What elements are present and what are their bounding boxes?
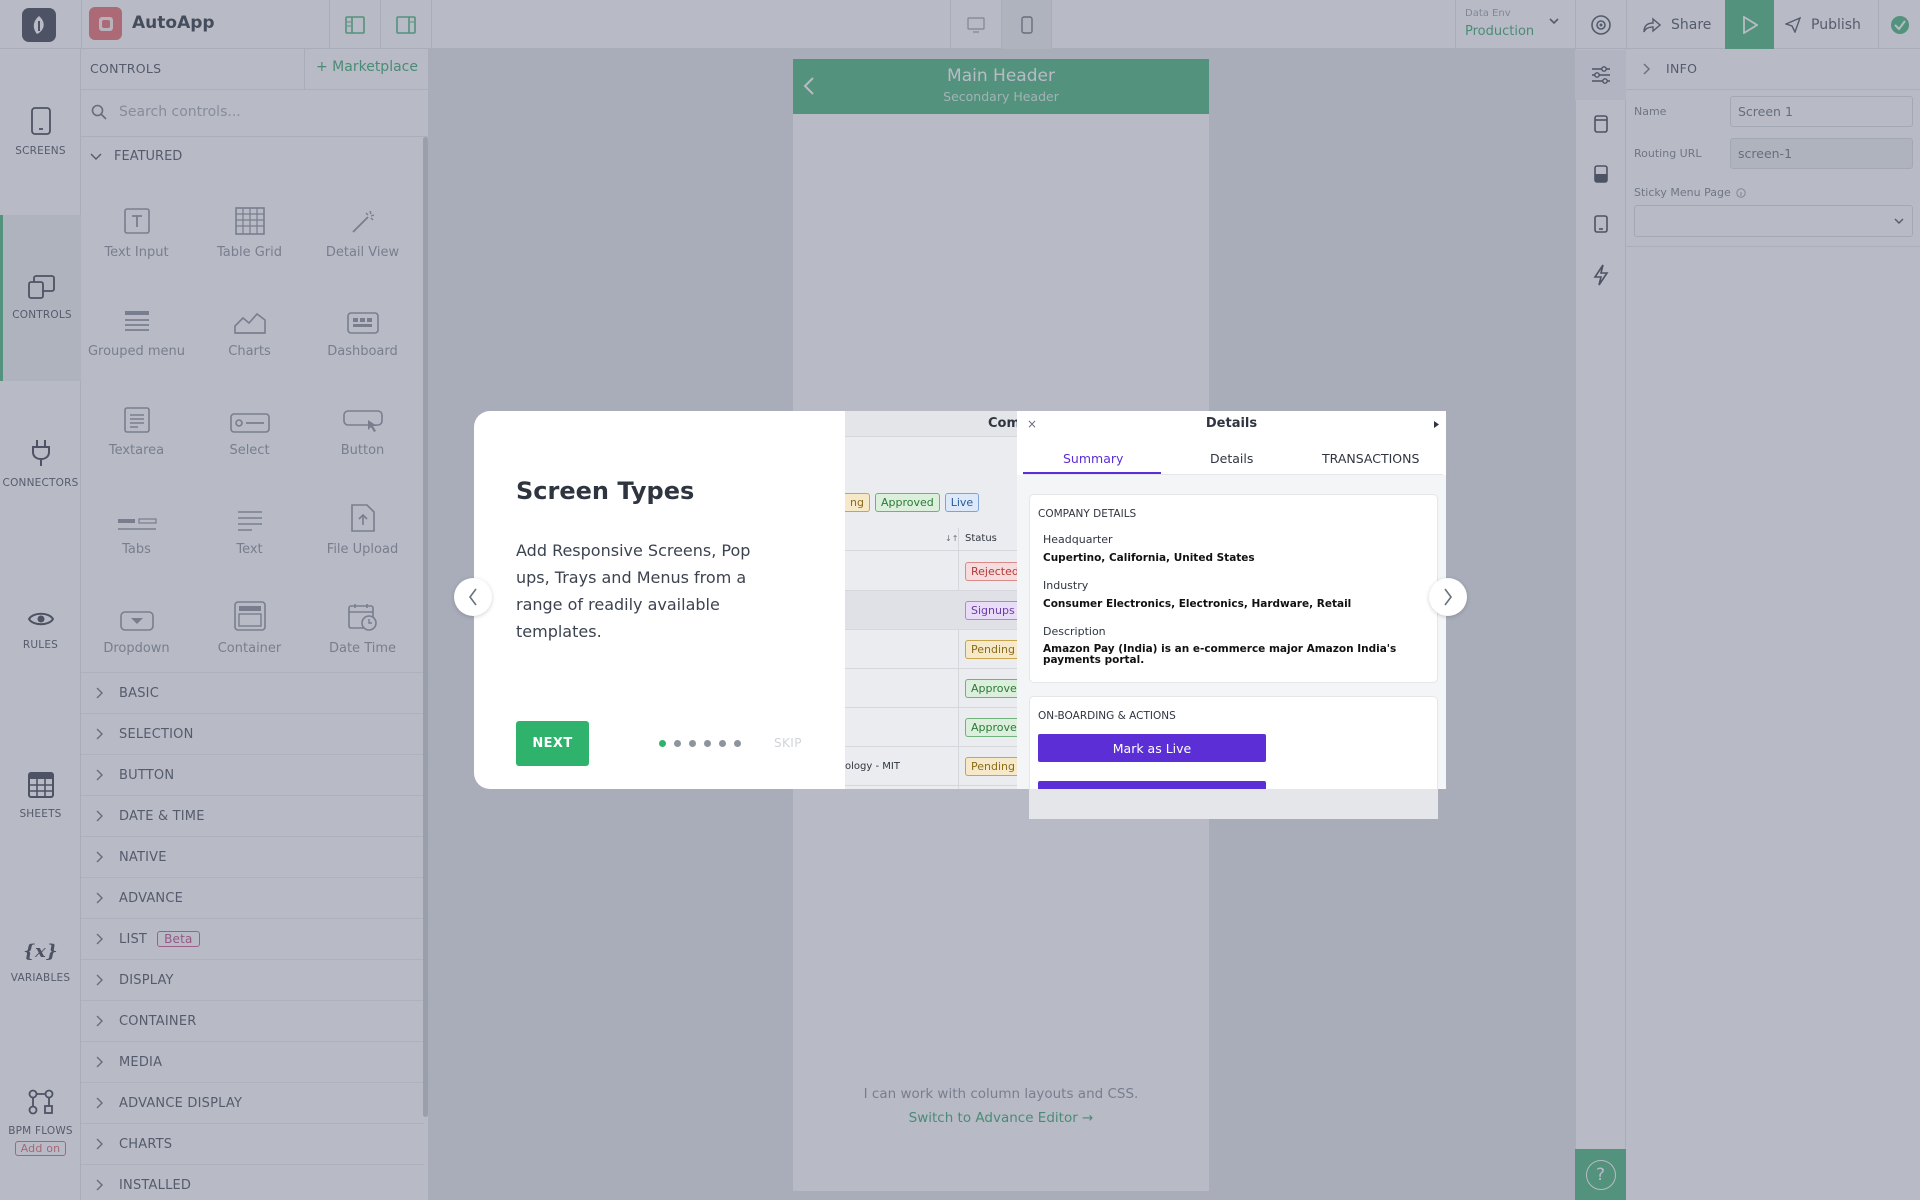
pagination-dot[interactable] [659, 740, 666, 747]
previous-arrow-button[interactable] [454, 578, 492, 616]
preview-tab: Details [1210, 451, 1254, 466]
pagination-dot[interactable] [734, 740, 741, 747]
pagination-dot[interactable] [674, 740, 681, 747]
company-details-title: COMPANY DETAILS [1038, 508, 1137, 520]
divider [845, 707, 1017, 708]
modal-title: Screen Types [516, 477, 695, 505]
description-label: Description [1043, 625, 1106, 638]
preview-status-tag: Approved [965, 718, 1017, 737]
preview-tag: ng [845, 493, 870, 512]
preview-tag: Approved [874, 493, 940, 512]
onboarding-title: ON-BOARDING & ACTIONS [1038, 710, 1176, 722]
preview-status-tag: Rejected [965, 562, 1017, 581]
pagination-dots [659, 740, 741, 747]
preview-tab: TRANSACTIONS [1322, 451, 1420, 466]
chevron-left-icon [469, 588, 477, 606]
pagination-dot[interactable] [704, 740, 711, 747]
divider [845, 629, 1017, 630]
next-arrow-button[interactable] [1429, 578, 1467, 616]
preview-status-tag: Pending [965, 757, 1017, 776]
preview-status-tag: Pending [965, 640, 1017, 659]
industry-value: Consumer Electronics, Electronics, Hardw… [1043, 598, 1352, 610]
preview-tab: Summary [1063, 451, 1124, 466]
divider [845, 746, 1017, 747]
divider [958, 528, 959, 789]
preview-tag-row: ng Approved Live [845, 493, 980, 512]
preview-tag: Live [944, 493, 980, 512]
modal-bottom-mask [1029, 789, 1438, 819]
divider [845, 668, 1017, 669]
hq-value: Cupertino, California, United States [1043, 552, 1255, 564]
preview-details-title: Details [1205, 416, 1258, 431]
preview-status-tag: Approved [965, 679, 1017, 698]
skip-button[interactable]: SKIP [774, 736, 802, 750]
preview-partial-header: Com [988, 416, 1021, 431]
preview-status-header: Status [965, 533, 997, 544]
hq-label: Headquarter [1043, 533, 1113, 546]
mark-as-live-button: Mark as Live [1038, 734, 1266, 762]
pagination-dot[interactable] [719, 740, 726, 747]
pagination-dot[interactable] [689, 740, 696, 747]
modal-body: Add Responsive Screens, Pop ups, Trays a… [516, 541, 751, 641]
next-button[interactable]: NEXT [516, 721, 589, 766]
divider [845, 785, 1017, 786]
preview-status-tag: Signups [965, 601, 1017, 620]
description-value: Amazon Pay (India) is an e-commerce majo… [1043, 643, 1397, 666]
chevron-right-icon [1444, 588, 1452, 606]
preview-row-text: ology - MIT [845, 761, 900, 772]
sort-icon: ↓↑ [945, 534, 959, 543]
industry-label: Industry [1043, 579, 1089, 592]
